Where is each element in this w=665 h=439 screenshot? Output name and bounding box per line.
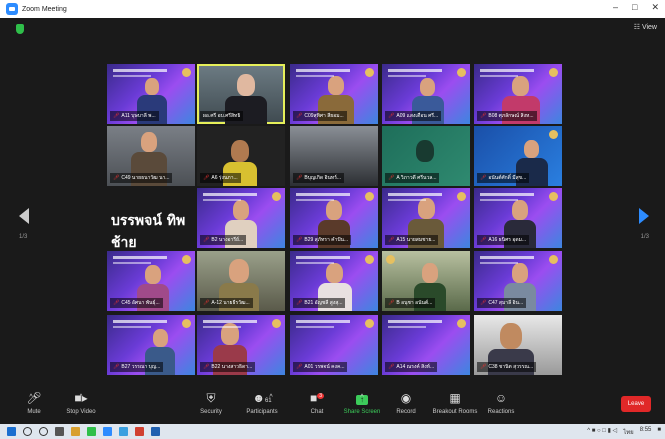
participants-options-caret[interactable]: ^ [265, 390, 277, 406]
participant-tile[interactable]: 🎤︎ B22 นางสาวธิดา... [197, 315, 285, 375]
participant-tile[interactable]: 🎤︎ C49 นายธนาวัฒ นา... [107, 126, 195, 186]
input-language[interactable]: ไทย [623, 427, 634, 437]
system-tray: ^ ■ ○ □ ▮ ◁ ไทย 8:55 ■ [587, 427, 661, 437]
participant-name: C49 นายธนาวัฒ นา... [121, 175, 170, 181]
security-button[interactable]: ⛨ Security [186, 390, 236, 415]
participant-name: A6 รุ่งนภา... [211, 175, 238, 181]
participant-name: B21 อัญชลี สูงสุ... [304, 300, 343, 306]
participant-tile[interactable]: 🎤︎ อนันต์ศักดิ์ มีสุข... [474, 126, 562, 186]
participant-name: A16 ธนิศร อุดม... [488, 237, 527, 243]
participants-button[interactable]: ☻61 Participants [237, 390, 287, 415]
participant-tile[interactable]: 🎤︎ A11 บุษบาลี พ... [107, 64, 195, 124]
participant-tile[interactable]: 🎤︎ B21 อัญชลี สูงสุ... [290, 251, 378, 311]
participant-tile[interactable]: 🎤︎ A16 ธนิศร อุดม... [474, 188, 562, 248]
close-button[interactable]: ✕ [651, 2, 659, 13]
chat-button[interactable]: ■ 3 Chat [292, 390, 342, 415]
record-button[interactable]: ◉ Record [381, 390, 431, 415]
breakout-rooms-button[interactable]: ▦ Breakout Rooms [430, 390, 480, 415]
next-page-arrow-icon[interactable] [639, 208, 649, 224]
participant-name: B29 สุภัทรา คำปัน... [304, 237, 349, 243]
participant-name: A09 แสงเดือน ศรี... [396, 113, 439, 119]
participant-tile-active-speaker[interactable]: ผอ.ศรี อบ.ศรีสิทธิ [197, 64, 285, 124]
word-icon[interactable] [151, 427, 160, 436]
audio-options-caret[interactable]: ^ [25, 390, 37, 406]
participant-tile[interactable]: 🎤︎ A09 แสงเดือน ศรี... [382, 64, 470, 124]
participant-name: A01 วรพจน์ คงค... [304, 364, 345, 370]
view-button[interactable]: ☷ View [634, 23, 657, 31]
windows-start-icon[interactable] [7, 427, 16, 436]
participant-tile[interactable]: 🎤︎ C45 อัศนา พันธุ์... [107, 251, 195, 311]
search-icon[interactable] [23, 427, 32, 436]
participant-tile[interactable]: 🎤︎ A วิภาวดี ศรีนวล... [382, 126, 470, 186]
notification-icon[interactable]: ■ [657, 427, 661, 437]
chrome-icon[interactable] [135, 427, 144, 436]
participant-tile[interactable]: 🎤︎ A14 ณรงค์ สิงห์... [382, 315, 470, 375]
reactions-button[interactable]: ☺ Reactions [476, 390, 526, 415]
participant-tile[interactable]: 🎤︎ C38 ชานิต สุวรรณ... [474, 315, 562, 375]
reactions-icon: ☺ [494, 391, 508, 405]
participant-name: C47 สุมาลี อิน... [488, 300, 524, 306]
record-icon: ◉ [400, 391, 412, 405]
participant-name: A15 นายสมชาย... [396, 237, 436, 243]
participant-name: C09สุทิศา สียอม... [304, 113, 344, 119]
participant-name-display: บรรพจน์ ทิพช้าย [111, 213, 186, 248]
page-indicator-left: 1/3 [19, 234, 28, 240]
participant-name: อนันต์ศักดิ์ มีสุข... [488, 175, 527, 181]
app-icon[interactable] [87, 427, 96, 436]
chat-badge: 3 [317, 393, 325, 399]
breakout-rooms-icon: ▦ [449, 391, 461, 405]
participant-name: A วิภาวดี ศรีนวล... [396, 175, 437, 181]
title-bar: Zoom Meeting – □ ✕ [0, 0, 665, 18]
participant-tile[interactable]: 🎤︎ A6 รุ่งนภา... [197, 126, 285, 186]
participant-name: B08 ศุภลักษณ์ สิงห... [488, 113, 534, 119]
window-title: Zoom Meeting [22, 5, 67, 13]
previous-page-arrow-icon[interactable] [19, 208, 29, 224]
encryption-shield-icon[interactable] [16, 24, 24, 34]
zoom-logo-icon [6, 3, 18, 15]
tray-icons[interactable]: ^ ■ ○ □ ▮ ◁ [587, 427, 617, 437]
page-indicator-right: 1/3 [640, 234, 649, 240]
maximize-button[interactable]: □ [632, 2, 637, 13]
participant-tile[interactable]: 🎤︎ B08 ศุภลักษณ์ สิงห... [474, 64, 562, 124]
participant-tile[interactable]: 🎤︎ B27 วรรณา บุญ... [107, 315, 195, 375]
participant-tile[interactable]: 🎤︎ Bบุญเกิด อินทร์... [290, 126, 378, 186]
shield-icon: ⛨ [206, 391, 216, 405]
participant-tile[interactable]: 🎤︎ B2 นางอารีย์... [197, 188, 285, 248]
cortana-icon[interactable] [39, 427, 48, 436]
participant-name: B2 นางอารีย์... [211, 237, 244, 243]
minimize-button[interactable]: – [613, 2, 618, 13]
participant-tile[interactable]: 🎤︎ A01 วรพจน์ คงค... [290, 315, 378, 375]
participant-name: Bบุญเกิด อินทร์... [304, 175, 342, 181]
participant-name: A14 ณรงค์ สิงห์... [396, 364, 435, 370]
participant-tile[interactable]: 🎤︎ A-12 นายธีรวัฒ... [197, 251, 285, 311]
participant-name: C38 ชานิต สุวรรณ... [488, 364, 534, 370]
file-explorer-icon[interactable] [71, 427, 80, 436]
participant-name: B27 วรรณา บุญ... [121, 364, 161, 370]
meeting-controls-bar: 🎤︎ Mute ^ ■▸ Stop Video ^ ⛨ Security ☻61… [0, 386, 665, 424]
task-view-icon[interactable] [55, 427, 64, 436]
video-options-caret[interactable]: ^ [75, 390, 87, 406]
participant-name: C45 อัศนา พันธุ์... [121, 300, 160, 306]
participant-name: B22 นางสาวธิดา... [211, 364, 253, 370]
participant-tile[interactable]: 🎤︎ A15 นายสมชาย... [382, 188, 470, 248]
browser-icon[interactable] [119, 427, 128, 436]
participant-tile[interactable]: 🎤︎ C09สุทิศา สียอม... [290, 64, 378, 124]
participant-name: A11 บุษบาลี พ... [121, 113, 156, 119]
clock[interactable]: 8:55 [640, 427, 652, 437]
participant-tile[interactable]: 🎤︎ B อนุชา อนันต์... [382, 251, 470, 311]
leave-button[interactable]: Leave [621, 396, 651, 412]
zoom-taskbar-icon[interactable] [103, 427, 112, 436]
participant-tile-name-only[interactable]: บรรพจน์ ทิพช้าย [107, 188, 195, 248]
video-gallery: ☷ View 1/3 1/3 🎤︎ A11 บุษบาลี พ... ผอ.ศรี… [0, 18, 665, 386]
participant-tile[interactable]: 🎤︎ B29 สุภัทรา คำปัน... [290, 188, 378, 248]
participant-name: ผอ.ศรี อบ.ศรีสิทธิ [203, 113, 241, 119]
windows-taskbar: ^ ■ ○ □ ▮ ◁ ไทย 8:55 ■ [0, 424, 665, 439]
participant-tile[interactable]: 🎤︎ C47 สุมาลี อิน... [474, 251, 562, 311]
participant-name: B อนุชา อนันต์... [396, 300, 433, 306]
share-options-caret[interactable]: ^ [356, 390, 368, 406]
chat-icon: ■ 3 [309, 391, 325, 405]
participant-name: A-12 นายธีรวัฒ... [211, 300, 250, 306]
